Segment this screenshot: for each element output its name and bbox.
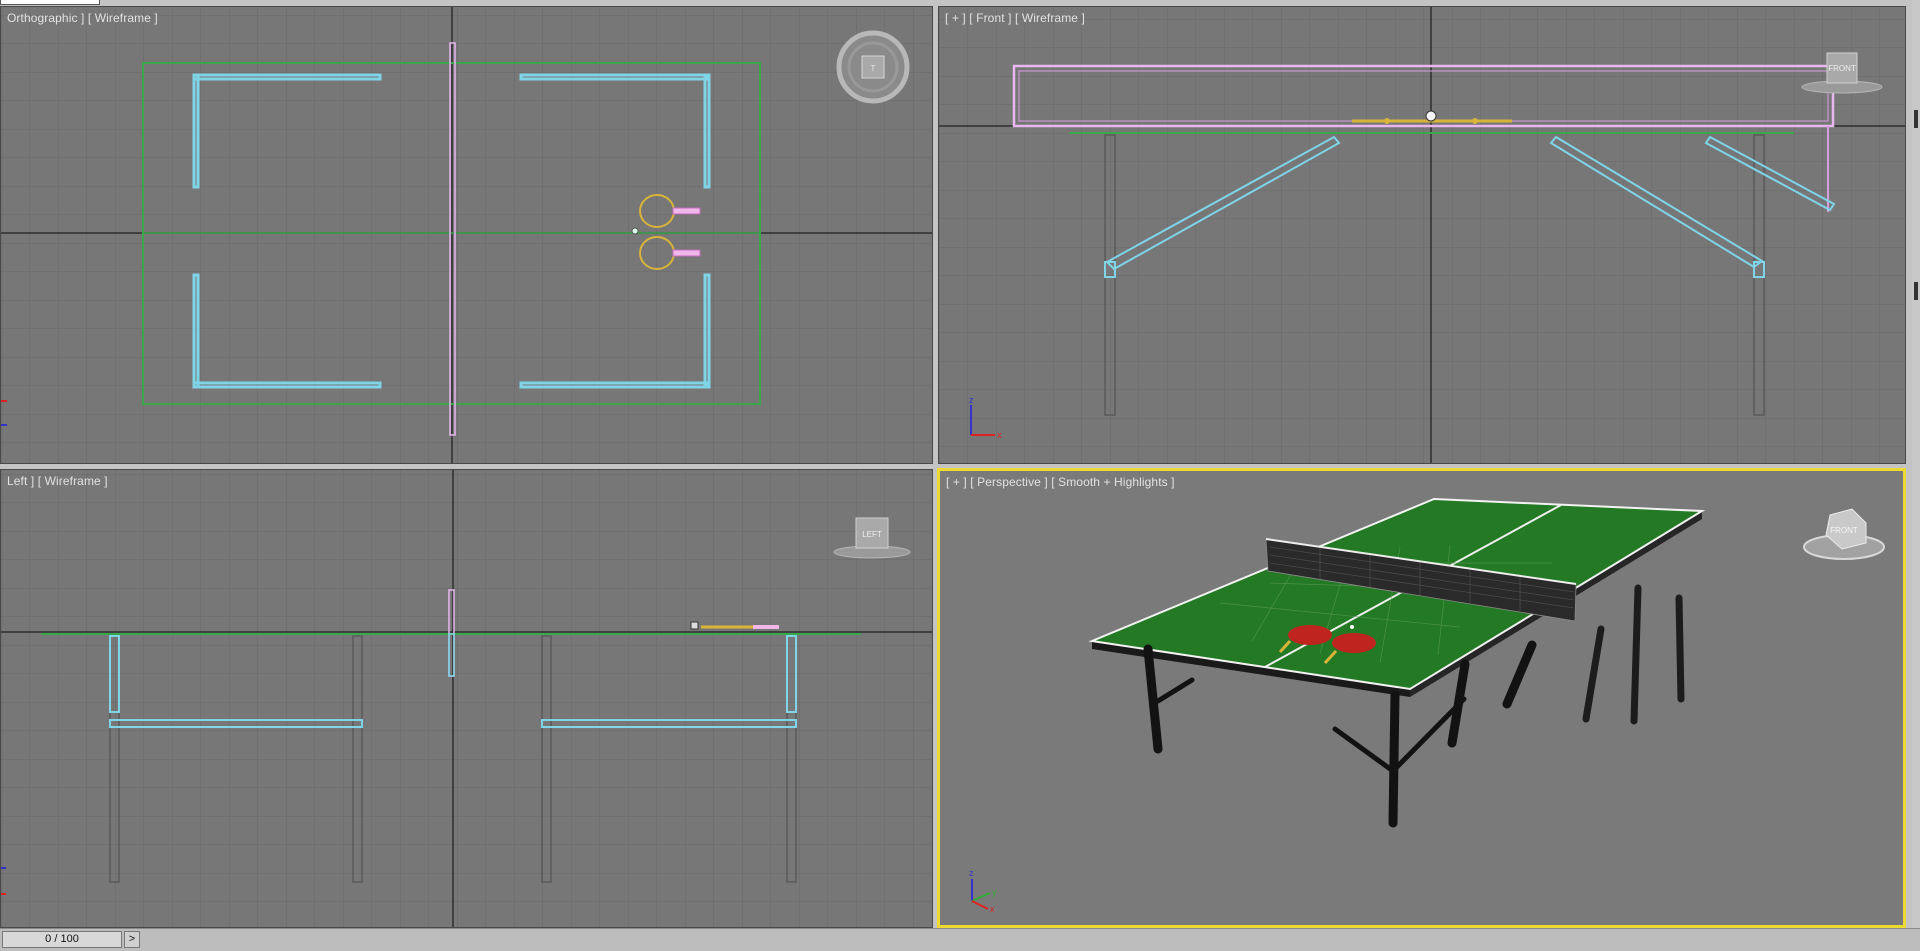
viewport-label-perspective[interactable]: [ + ] [ Perspective ] [ Smooth + Highlig… <box>946 475 1175 489</box>
svg-text:T: T <box>871 64 876 73</box>
svg-text:z: z <box>969 395 974 405</box>
time-slider[interactable]: 0 / 100 <box>2 931 122 948</box>
viewport-label-left[interactable]: Left ] [ Wireframe ] <box>7 474 108 488</box>
viewport-label-front[interactable]: [ + ] [ Front ] [ Wireframe ] <box>945 11 1085 25</box>
svg-text:x: x <box>990 904 995 914</box>
front-scene: FRONT z x <box>939 7 1905 463</box>
next-frame-button[interactable]: > <box>124 931 140 948</box>
viewport-front[interactable]: FRONT z x [ + ] [ Front ] [ Wireframe ] <box>938 6 1906 464</box>
orthographic-scene: T <box>1 7 932 463</box>
viewport-orthographic[interactable]: T Orthographic ] [ Wireframe ] <box>0 6 933 464</box>
timeline-bar: 0 / 100 > <box>0 928 1920 951</box>
left-scene: LEFT <box>1 470 932 927</box>
svg-text:y: y <box>992 887 997 897</box>
viewport-left[interactable]: LEFT Left ] [ Wireframe ] <box>0 469 933 928</box>
edge-scroll-marker-bottom[interactable] <box>1914 282 1918 300</box>
edge-scroll-marker-top[interactable] <box>1914 110 1918 128</box>
svg-text:x: x <box>997 430 1002 440</box>
viewport-perspective[interactable]: FRONT z y x [ + ] [ Perspective ] [ Smoo… <box>937 468 1906 928</box>
menu-tab-stub <box>0 0 100 5</box>
right-edge-strip <box>1912 0 1920 928</box>
viewcube-front-label: FRONT <box>1828 64 1856 73</box>
viewport-label-orthographic[interactable]: Orthographic ] [ Wireframe ] <box>7 11 158 25</box>
viewcube-perspective-label: FRONT <box>1830 526 1858 535</box>
perspective-scene: FRONT z y x <box>940 471 1903 925</box>
svg-text:z: z <box>969 868 974 878</box>
viewcube-left-label: LEFT <box>862 530 882 539</box>
